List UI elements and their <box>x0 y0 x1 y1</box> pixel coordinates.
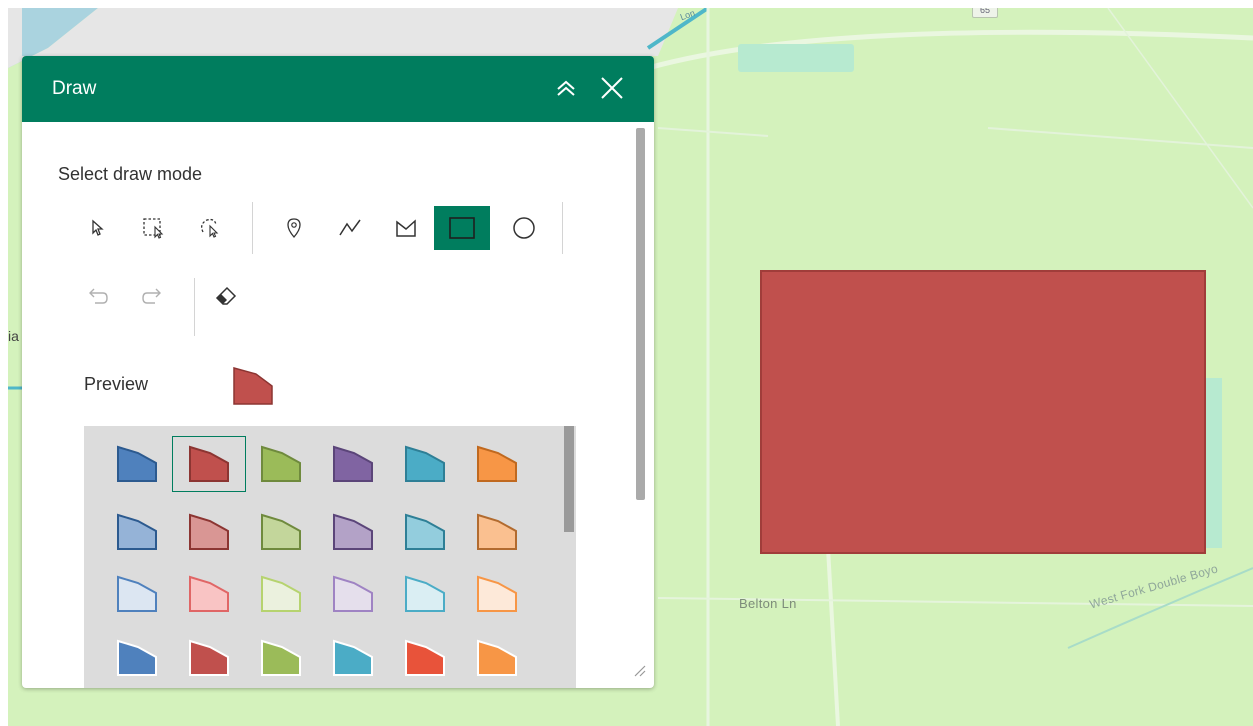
color-swatch[interactable] <box>316 566 390 622</box>
circle-tool-button[interactable] <box>496 206 552 250</box>
collapse-button[interactable] <box>550 72 582 104</box>
preview-label: Preview <box>84 374 149 394</box>
rectangle-select-icon <box>143 218 164 239</box>
swatch-polygon-icon <box>189 445 229 482</box>
swatch-polygon-icon <box>261 513 301 550</box>
color-swatch[interactable] <box>172 566 246 622</box>
preview-swatch <box>232 366 274 411</box>
panel-header: Draw <box>22 56 654 122</box>
swatch-polygon-icon <box>405 639 445 676</box>
draw-panel: Draw Select draw mode Preview <box>22 56 654 688</box>
color-swatch[interactable] <box>244 436 318 492</box>
color-swatch[interactable] <box>460 630 534 686</box>
color-swatch[interactable] <box>100 566 174 622</box>
swatch-polygon-icon <box>333 513 373 550</box>
color-swatch[interactable] <box>244 504 318 560</box>
swatch-polygon-icon <box>117 575 157 612</box>
polygon-icon <box>396 219 416 237</box>
panel-scrollbar[interactable] <box>636 128 645 500</box>
polyline-icon <box>339 219 361 236</box>
preview-polygon-icon <box>233 367 273 405</box>
color-swatch[interactable] <box>460 436 534 492</box>
resize-grip-icon <box>634 665 646 677</box>
clear-button[interactable] <box>198 274 254 318</box>
color-swatch[interactable] <box>460 504 534 560</box>
swatch-polygon-icon <box>117 445 157 482</box>
swatch-polygon-icon <box>333 445 373 482</box>
rectangle-icon <box>449 217 475 239</box>
map-label-left: ia <box>8 328 19 344</box>
color-swatch[interactable] <box>172 504 246 560</box>
pointer-icon <box>92 219 104 236</box>
swatch-polygon-icon <box>189 575 229 612</box>
drawn-rectangle[interactable] <box>760 270 1206 554</box>
color-swatch[interactable] <box>100 630 174 686</box>
color-swatch[interactable] <box>100 504 174 560</box>
swatch-polygon-icon <box>189 639 229 676</box>
highway-shield: 65 <box>972 8 998 18</box>
toolbar-divider <box>562 202 563 254</box>
color-swatch[interactable] <box>388 566 462 622</box>
eraser-icon <box>215 286 237 305</box>
swatch-polygon-icon <box>405 513 445 550</box>
color-swatch[interactable] <box>244 630 318 686</box>
draw-mode-label: Select draw mode <box>58 164 203 184</box>
swatch-polygon-icon <box>477 513 517 550</box>
rectangle-tool-button[interactable] <box>434 206 490 250</box>
swatch-polygon-icon <box>477 445 517 482</box>
swatch-polygon-icon <box>477 575 517 612</box>
close-button[interactable] <box>596 72 628 104</box>
color-swatch[interactable] <box>316 630 390 686</box>
swatch-polygon-icon <box>333 575 373 612</box>
swatch-polygon-icon <box>261 445 301 482</box>
panel-title: Draw <box>52 78 97 99</box>
chevron-double-up-icon <box>557 80 575 96</box>
palette-scrollbar[interactable] <box>564 426 574 532</box>
redo-button[interactable] <box>124 274 180 318</box>
color-swatch[interactable] <box>100 436 174 492</box>
swatch-polygon-icon <box>117 639 157 676</box>
polygon-tool-button[interactable] <box>378 206 434 250</box>
swatch-polygon-icon <box>261 575 301 612</box>
color-swatch[interactable] <box>460 566 534 622</box>
color-swatch[interactable] <box>388 436 462 492</box>
swatch-polygon-icon <box>405 575 445 612</box>
redo-icon <box>142 288 161 304</box>
undo-icon <box>89 288 108 304</box>
road-label-belton: Belton Ln <box>739 596 797 611</box>
polyline-tool-button[interactable] <box>322 206 378 250</box>
toolbar-divider <box>252 202 253 254</box>
color-swatch[interactable] <box>388 630 462 686</box>
lasso-select-tool-button[interactable] <box>182 206 238 250</box>
panel-body: Select draw mode Preview <box>22 122 654 688</box>
color-swatch[interactable] <box>172 436 246 492</box>
rectangle-select-tool-button[interactable] <box>126 206 182 250</box>
pin-icon <box>287 218 301 238</box>
resize-handle[interactable] <box>632 663 646 682</box>
swatch-polygon-icon <box>189 513 229 550</box>
swatch-polygon-icon <box>117 513 157 550</box>
color-swatch[interactable] <box>316 504 390 560</box>
swatch-polygon-icon <box>477 639 517 676</box>
swatch-polygon-icon <box>333 639 373 676</box>
toolbar-divider <box>194 278 195 336</box>
select-tool-button[interactable] <box>70 206 126 250</box>
swatch-polygon-icon <box>405 445 445 482</box>
lasso-select-icon <box>201 218 219 238</box>
point-tool-button[interactable] <box>266 206 322 250</box>
color-swatch[interactable] <box>244 566 318 622</box>
swatch-polygon-icon <box>261 639 301 676</box>
color-swatch[interactable] <box>388 504 462 560</box>
circle-icon <box>513 217 535 239</box>
undo-button[interactable] <box>70 274 126 318</box>
color-swatch[interactable] <box>172 630 246 686</box>
color-palette <box>84 426 576 688</box>
close-icon <box>601 77 623 99</box>
color-swatch[interactable] <box>316 436 390 492</box>
